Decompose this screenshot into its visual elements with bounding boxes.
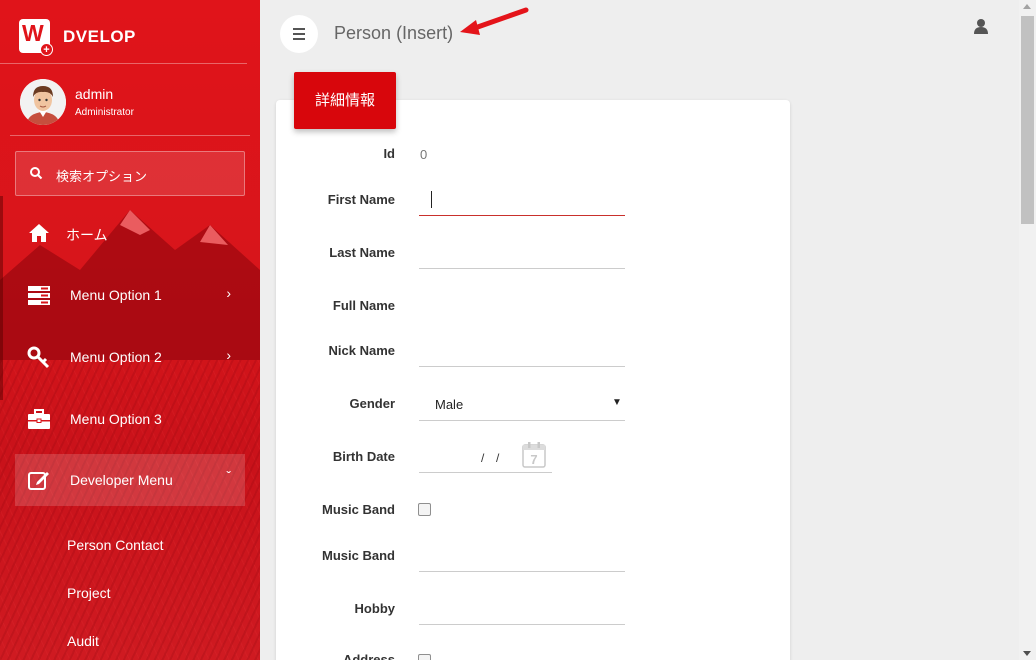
sidebar-item-label: Menu Option 3 [70,411,162,427]
sidebar-subitem-person-contact[interactable]: Person Contact [67,537,164,553]
search-placeholder: 検索オプション [56,170,148,185]
sidebar-item-menu-option-1[interactable]: Menu Option 1 › [15,269,245,321]
music-band-field[interactable] [419,571,625,572]
user-role: Administrator [75,107,134,118]
music-band-label: Music Band [322,548,395,563]
edit-icon [28,472,49,490]
avatar-image [20,79,66,125]
svg-text:7: 7 [530,452,537,467]
search-input[interactable]: 検索オプション [15,151,245,196]
page-scrollbar[interactable] [1019,0,1036,660]
divider [0,63,247,64]
scroll-down-arrow-icon[interactable] [1023,651,1031,656]
chevron-right-icon: › [226,347,231,363]
app-logo[interactable]: W + [19,19,53,56]
home-icon [29,224,49,242]
id-label: Id [383,146,395,161]
hobby-field[interactable] [419,624,625,625]
annotation-arrow-icon [460,7,529,35]
search-icon [30,167,43,180]
user-name: admin [75,86,114,102]
logo-letter: W [22,20,44,46]
page-title-mode: (Insert) [396,23,454,43]
music-band-check-label: Music Band [322,502,395,517]
gender-label: Gender [349,396,395,411]
nick-name-label: Nick Name [328,343,395,358]
page-title: Person (Insert) [334,23,453,44]
scrollbar-thumb[interactable] [1021,16,1034,224]
text-caret [431,191,432,208]
form-card [276,100,790,660]
dropdown-arrow-icon[interactable]: ▼ [612,397,622,408]
hobby-label: Hobby [354,601,395,616]
address-label: Address [342,652,395,660]
gender-select-underline [419,420,625,421]
sidebar-item-label: Menu Option 2 [70,349,162,365]
sidebar-item-label: Menu Option 1 [70,287,162,303]
briefcase-icon [28,409,50,429]
hamburger-icon [293,38,305,40]
key-icon [27,346,50,369]
logo-plus-icon: + [40,43,53,56]
first-name-field[interactable] [419,215,625,216]
birth-date-field[interactable] [419,472,552,473]
birth-date-label: Birth Date [332,449,395,464]
sidebar-subitem-project[interactable]: Project [67,585,111,601]
sidebar-header: W + DVELOP [0,0,260,64]
sidebar-scroll-indicator [0,196,3,400]
divider [10,135,250,136]
gender-select[interactable]: Male [435,397,463,412]
sidebar-item-label: ホーム [66,227,108,243]
birth-date-separator: / [481,451,485,465]
hamburger-icon [293,28,305,30]
sidebar-subitem-audit[interactable]: Audit [67,633,99,649]
sidebar-item-menu-option-3[interactable]: Menu Option 3 [15,393,245,445]
avatar[interactable] [20,79,66,125]
first-name-label: First Name [327,192,395,207]
sidebar-item-menu-option-2[interactable]: Menu Option 2 › [15,331,245,383]
last-name-label: Last Name [329,245,395,260]
hamburger-menu-button[interactable] [280,15,318,53]
server-icon [28,286,50,305]
brand-name[interactable]: DVELOP [63,27,136,47]
user-profile-icon[interactable] [972,17,990,35]
scroll-up-arrow-icon[interactable] [1023,4,1031,9]
tab-details[interactable]: 詳細情報 [294,72,396,129]
full-name-label: Full Name [332,298,395,313]
sidebar: W + DVELOP admin Administrator 検索オプション ホ… [0,0,260,660]
chevron-right-icon: › [226,285,231,301]
music-band-checkbox[interactable] [418,503,431,516]
id-value: 0 [420,147,428,162]
sidebar-item-developer-menu[interactable]: Developer Menu ˇ [15,454,245,506]
calendar-icon[interactable]: 7 [521,441,547,469]
chevron-down-icon: ˇ [226,468,231,484]
birth-date-separator: / [496,451,500,465]
hamburger-icon [293,33,305,35]
address-checkbox[interactable] [418,654,431,660]
page-title-entity: Person [334,23,392,43]
last-name-field[interactable] [419,268,625,269]
nick-name-field[interactable] [419,366,625,367]
sidebar-item-label: Developer Menu [70,472,173,488]
sidebar-item-home[interactable]: ホーム [15,207,245,259]
